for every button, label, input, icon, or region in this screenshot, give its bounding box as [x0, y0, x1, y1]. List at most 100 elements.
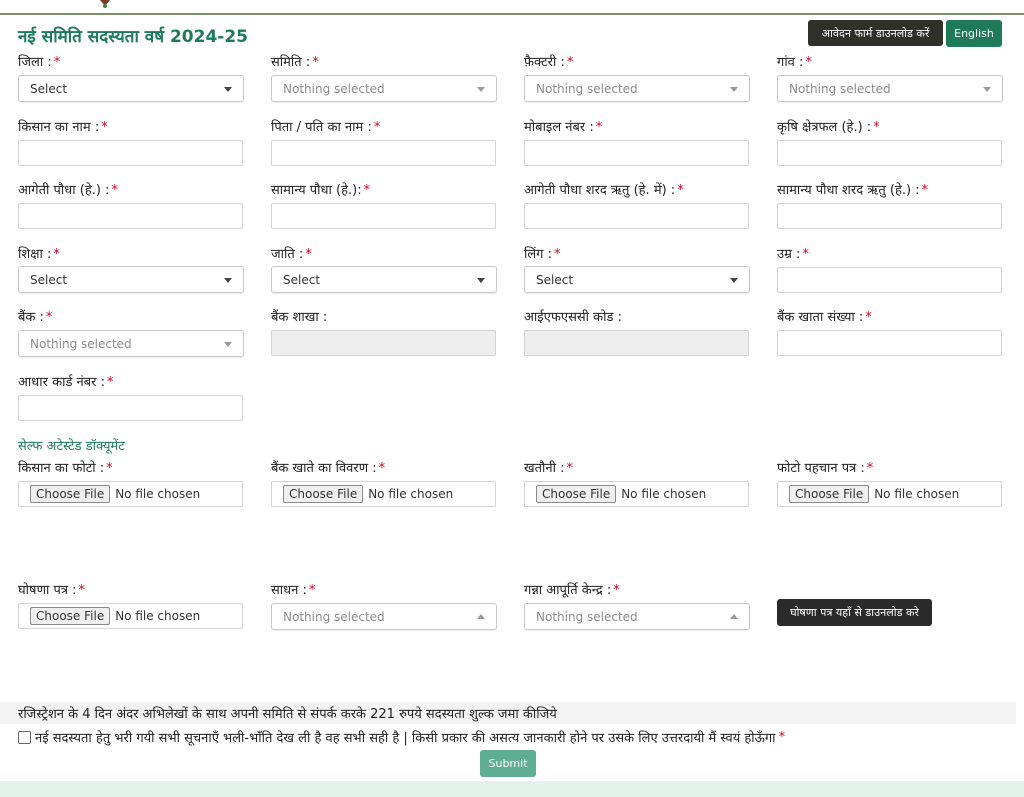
supply-center-select[interactable]: Nothing selected	[524, 603, 750, 630]
logo-icon	[100, 0, 110, 8]
general-plant-autumn-input[interactable]	[777, 203, 1002, 229]
chevron-up-icon	[477, 614, 485, 619]
early-plant-autumn-label: आगेती पौधा शरद ऋतु (हे. में) : *	[524, 183, 684, 198]
factory-select[interactable]: Nothing selected	[524, 75, 750, 102]
no-file-text: No file chosen	[115, 609, 201, 623]
account-number-label: बैंक खाता संख्या : *	[777, 310, 872, 325]
photo-id-label: फोटो पहचान पत्र : *	[777, 461, 874, 476]
district-select[interactable]: Select	[18, 75, 244, 102]
village-label: गांव : *	[777, 55, 812, 70]
chevron-down-icon	[477, 278, 485, 283]
aadhaar-label: आधार कार्ड नंबर : *	[18, 375, 114, 390]
header-divider	[0, 13, 1024, 15]
education-select[interactable]: Select	[18, 266, 244, 293]
education-label: शिक्षा : *	[18, 247, 60, 262]
photo-id-file[interactable]: Choose File No file chosen	[777, 481, 1002, 507]
choose-file-button[interactable]: Choose File	[30, 607, 111, 625]
farmer-photo-file[interactable]: Choose File No file chosen	[18, 481, 243, 507]
documents-section-title: सेल्फ अटेस्टेड डॉक्यूमेंट	[18, 439, 125, 454]
general-plant-input[interactable]	[271, 203, 496, 229]
bank-details-file[interactable]: Choose File No file chosen	[271, 481, 496, 507]
submit-button[interactable]: Submit	[480, 750, 536, 777]
download-form-button[interactable]: आवेदन फार्म डाउनलोड करें	[808, 20, 943, 46]
gender-select[interactable]: Select	[524, 266, 750, 293]
gender-select-value: Select	[536, 272, 574, 287]
notice-text: रजिस्ट्रेशन के 4 दिन अंदर अभिलेखों के सा…	[0, 702, 1016, 724]
district-label: जिला : *	[18, 55, 61, 70]
account-number-input[interactable]	[777, 330, 1002, 356]
no-file-text: No file chosen	[621, 487, 707, 501]
ifsc-label: आईएफएससी कोड :	[524, 310, 622, 325]
khatauni-file[interactable]: Choose File No file chosen	[524, 481, 749, 507]
supply-center-select-value: Nothing selected	[536, 609, 638, 624]
chevron-down-icon	[730, 278, 738, 283]
chevron-down-icon	[730, 87, 738, 92]
choose-file-button[interactable]: Choose File	[30, 485, 111, 503]
declaration-download-button[interactable]: घोषणा पत्र यहाँ से डाउनलोड करे	[777, 599, 932, 626]
farmer-photo-label: किसान का फोटो : *	[18, 461, 113, 476]
declaration-doc-file[interactable]: Choose File No file chosen	[18, 603, 243, 629]
page-title: नई समिति सदस्यता वर्ष 2024-25	[18, 27, 248, 47]
village-select-value: Nothing selected	[789, 81, 891, 96]
agri-area-input[interactable]	[777, 140, 1002, 166]
bank-select-value: Nothing selected	[30, 336, 132, 351]
ifsc-input	[524, 330, 749, 356]
district-select-value: Select	[30, 81, 68, 96]
agri-area-label: कृषि क्षेत्रफल (हे.) : *	[777, 120, 880, 135]
committee-label: समिति : *	[271, 55, 319, 70]
choose-file-button[interactable]: Choose File	[789, 485, 870, 503]
father-husband-name-input[interactable]	[271, 140, 496, 166]
age-input[interactable]	[777, 267, 1002, 293]
declaration-row: नई सदस्यता हेतु भरी गयी सभी सूचनाएँ भली-…	[18, 728, 785, 746]
chevron-up-icon	[730, 614, 738, 619]
no-file-text: No file chosen	[115, 487, 201, 501]
no-file-text: No file chosen	[368, 487, 454, 501]
bank-branch-input	[271, 330, 496, 356]
education-select-value: Select	[30, 272, 68, 287]
farmer-name-input[interactable]	[18, 140, 243, 166]
committee-select-value: Nothing selected	[283, 81, 385, 96]
chevron-down-icon	[224, 342, 232, 347]
chevron-down-icon	[224, 87, 232, 92]
caste-select-value: Select	[283, 272, 321, 287]
gender-label: लिंग : *	[524, 247, 561, 262]
age-label: उम्र : *	[777, 247, 809, 262]
declaration-doc-label: घोषणा पत्र : *	[18, 583, 86, 598]
mobile-input[interactable]	[524, 140, 749, 166]
resource-select[interactable]: Nothing selected	[271, 603, 497, 630]
chevron-down-icon	[477, 87, 485, 92]
father-husband-name-label: पिता / पति का नाम : *	[271, 120, 381, 135]
bank-branch-label: बैंक शाखा :	[271, 310, 328, 325]
bank-label: बैंक : *	[18, 310, 53, 325]
resource-select-value: Nothing selected	[283, 609, 385, 624]
general-plant-autumn-label: सामान्य पौधा शरद ऋतु (हे.) : *	[777, 183, 929, 198]
factory-select-value: Nothing selected	[536, 81, 638, 96]
farmer-name-label: किसान का नाम : *	[18, 120, 108, 135]
bank-details-label: बैंक खाते का विवरण : *	[271, 461, 386, 476]
resource-label: साधन : *	[271, 583, 316, 598]
early-plant-autumn-input[interactable]	[524, 203, 749, 229]
chevron-down-icon	[983, 87, 991, 92]
early-plant-label: आगेती पौधा (हे.) : *	[18, 183, 118, 198]
committee-select[interactable]: Nothing selected	[271, 75, 497, 102]
choose-file-button[interactable]: Choose File	[536, 485, 617, 503]
mobile-label: मोबाइल नंबर : *	[524, 120, 603, 135]
required-mark: *	[778, 729, 786, 745]
supply-center-label: गन्ना आपूर्ति केन्द्र : *	[524, 583, 620, 598]
chevron-down-icon	[224, 278, 232, 283]
early-plant-input[interactable]	[18, 203, 243, 229]
english-button[interactable]: English	[946, 20, 1002, 47]
village-select[interactable]: Nothing selected	[777, 75, 1003, 102]
caste-label: जाति : *	[271, 247, 312, 262]
declaration-checkbox[interactable]	[18, 730, 31, 744]
factory-label: फ़ैक्टरी : *	[524, 55, 574, 70]
no-file-text: No file chosen	[874, 487, 960, 501]
khatauni-label: खतौनी : *	[524, 461, 574, 476]
aadhaar-input[interactable]	[18, 395, 243, 421]
caste-select[interactable]: Select	[271, 266, 497, 293]
choose-file-button[interactable]: Choose File	[283, 485, 364, 503]
bank-select[interactable]: Nothing selected	[18, 330, 244, 357]
footer-band	[0, 781, 1024, 797]
general-plant-label: सामान्य पौधा (हे.): *	[271, 183, 371, 198]
declaration-text: नई सदस्यता हेतु भरी गयी सभी सूचनाएँ भली-…	[35, 731, 776, 746]
